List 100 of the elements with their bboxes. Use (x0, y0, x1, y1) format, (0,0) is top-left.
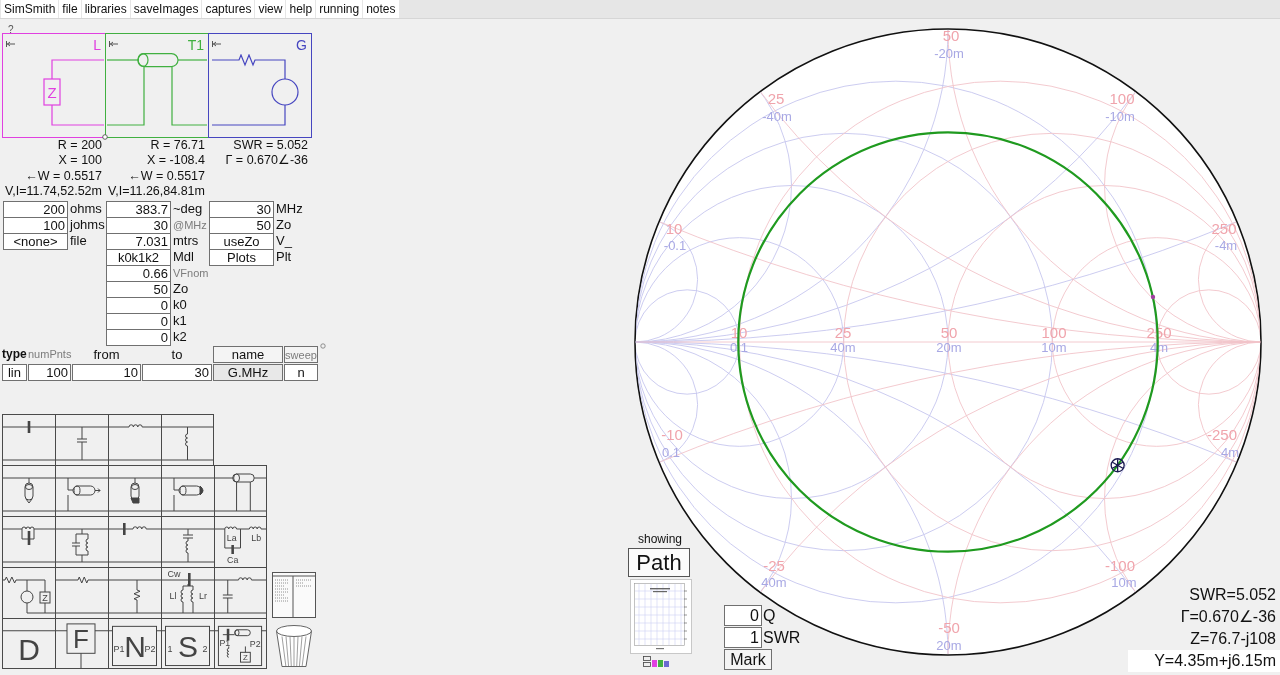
arrow-to-bar-icon[interactable] (6, 41, 15, 47)
component-label: N (124, 630, 146, 663)
legend-swatch-icon[interactable] (652, 660, 669, 667)
arrow-to-bar-icon[interactable] (212, 41, 221, 47)
toggle-button[interactable]: n (284, 364, 318, 381)
input-field[interactable]: 30 (142, 364, 212, 381)
generator-panel[interactable]: G (208, 33, 312, 138)
susceptance-label: -40m (762, 108, 792, 124)
result-field[interactable]: Y=4.35m+j6.15m (1128, 650, 1280, 672)
path-point-icon (1150, 294, 1156, 300)
element-label: G (296, 38, 307, 52)
component-label: F (73, 624, 89, 653)
resistance-label: 50 (940, 323, 958, 341)
component-label: Ll (169, 591, 177, 601)
reactance-label: -10 (661, 425, 683, 443)
menu-item[interactable]: file (59, 0, 81, 18)
palette-item[interactable]: D (2, 618, 55, 669)
impedance-symbol-label: Z (47, 83, 57, 101)
menu-item[interactable]: help (286, 0, 316, 18)
palette-item[interactable] (214, 465, 267, 516)
palette-item[interactable] (2, 516, 55, 567)
trash-icon[interactable] (275, 624, 313, 668)
column-header-button[interactable]: sweep (284, 346, 318, 363)
unit-label: k2 (172, 329, 187, 345)
value-field[interactable]: 0 (106, 329, 171, 346)
conductance-label: 40m (830, 340, 856, 355)
palette-item[interactable] (161, 465, 214, 516)
readout-text: X = 100 (58, 153, 102, 169)
option-button[interactable]: Plots (209, 249, 274, 266)
menu-item[interactable]: running (316, 0, 363, 18)
palette-item[interactable] (108, 516, 161, 567)
component-label: P1 (113, 644, 125, 655)
value-field[interactable]: 1 (724, 627, 762, 648)
readout-text: V,I=11.26,84.81m (108, 183, 205, 200)
unit-label: file (69, 233, 87, 249)
component-label: P2 (249, 639, 261, 650)
component-label: La (226, 532, 237, 544)
palette-item[interactable] (161, 414, 214, 465)
susceptance-label: 10m (1111, 574, 1137, 590)
unit-label: @MHz (172, 218, 207, 233)
susceptance-label: -10m (1105, 108, 1135, 124)
palette-item[interactable] (161, 516, 214, 567)
menu-item[interactable]: view (255, 0, 286, 18)
input-field[interactable]: 100 (28, 364, 71, 381)
palette-item[interactable] (55, 567, 108, 618)
susceptance-label: 4m (1220, 444, 1240, 460)
unit-label: MHz (275, 201, 303, 217)
palette-item[interactable] (2, 465, 55, 516)
result-readout: Γ=0.670∠-36 (1179, 607, 1277, 627)
result-readout: SWR=5.052 (1188, 585, 1277, 605)
palette-item[interactable]: P1 P2 Z (214, 618, 267, 669)
column-header: to (171, 347, 183, 362)
arrow-to-bar-icon[interactable] (109, 41, 118, 47)
mode-button[interactable]: Path (628, 548, 690, 577)
mark-button[interactable]: Mark (724, 649, 772, 670)
reactance-label: -25 (763, 556, 785, 574)
component-label: 1 (167, 644, 173, 655)
readout-text: Γ = 0.670∠-36 (225, 153, 308, 169)
palette-item[interactable] (55, 414, 108, 465)
readout-text: ←W = 0.5517 (25, 168, 102, 184)
input-field[interactable]: 10 (72, 364, 141, 381)
unit-label: Plt (275, 249, 292, 265)
marker-icon[interactable] (1110, 458, 1125, 473)
palette-item[interactable]: 1 S 2 (161, 618, 214, 669)
component-chip-icon[interactable] (643, 656, 651, 667)
column-header: numPnts (28, 347, 72, 362)
menu-item[interactable]: captures (202, 0, 255, 18)
result-readout: Z=76.7-j108 (1189, 629, 1277, 649)
palette-item[interactable]: Z (2, 567, 55, 618)
menu-item[interactable]: saveImages (130, 0, 202, 18)
component-label: Lb (251, 532, 262, 544)
palette-item[interactable] (214, 567, 267, 618)
palette-item[interactable] (55, 465, 108, 516)
selector-button[interactable]: G.MHz (213, 364, 283, 381)
palette-item[interactable] (55, 516, 108, 567)
menu-item[interactable]: notes (363, 0, 399, 18)
palette-item[interactable] (108, 567, 161, 618)
file-list-icon[interactable] (272, 572, 316, 618)
option-button[interactable]: <none> (3, 233, 68, 250)
palette-item[interactable] (108, 414, 161, 465)
column-header: from (93, 347, 120, 362)
palette-item[interactable] (2, 414, 55, 465)
column-header-button[interactable]: name (213, 346, 283, 363)
readout-text: R = 76.71 (150, 138, 205, 154)
reactance-label: -250 (1207, 425, 1237, 443)
unit-label: Zo (172, 281, 189, 297)
readout-text: X = -108.4 (146, 153, 205, 169)
palette-item[interactable]: F (55, 618, 108, 669)
menu-item[interactable]: libraries (81, 0, 130, 18)
toggle-button[interactable]: lin (2, 364, 27, 381)
value-field[interactable]: 0 (724, 605, 762, 626)
palette-item[interactable]: P1NP2 (108, 618, 161, 669)
conductance-label: 10m (1041, 340, 1067, 355)
palette-item[interactable]: Cw Ll Lr (161, 567, 214, 618)
palette-item[interactable]: La Lb Ca (214, 516, 267, 567)
menu-item[interactable]: SimSmith (1, 0, 59, 18)
column-header: type (2, 347, 27, 362)
plot-thumbnail-drawing[interactable] (630, 579, 692, 654)
reactance-label: 250 (1211, 219, 1237, 237)
palette-item[interactable] (108, 465, 161, 516)
